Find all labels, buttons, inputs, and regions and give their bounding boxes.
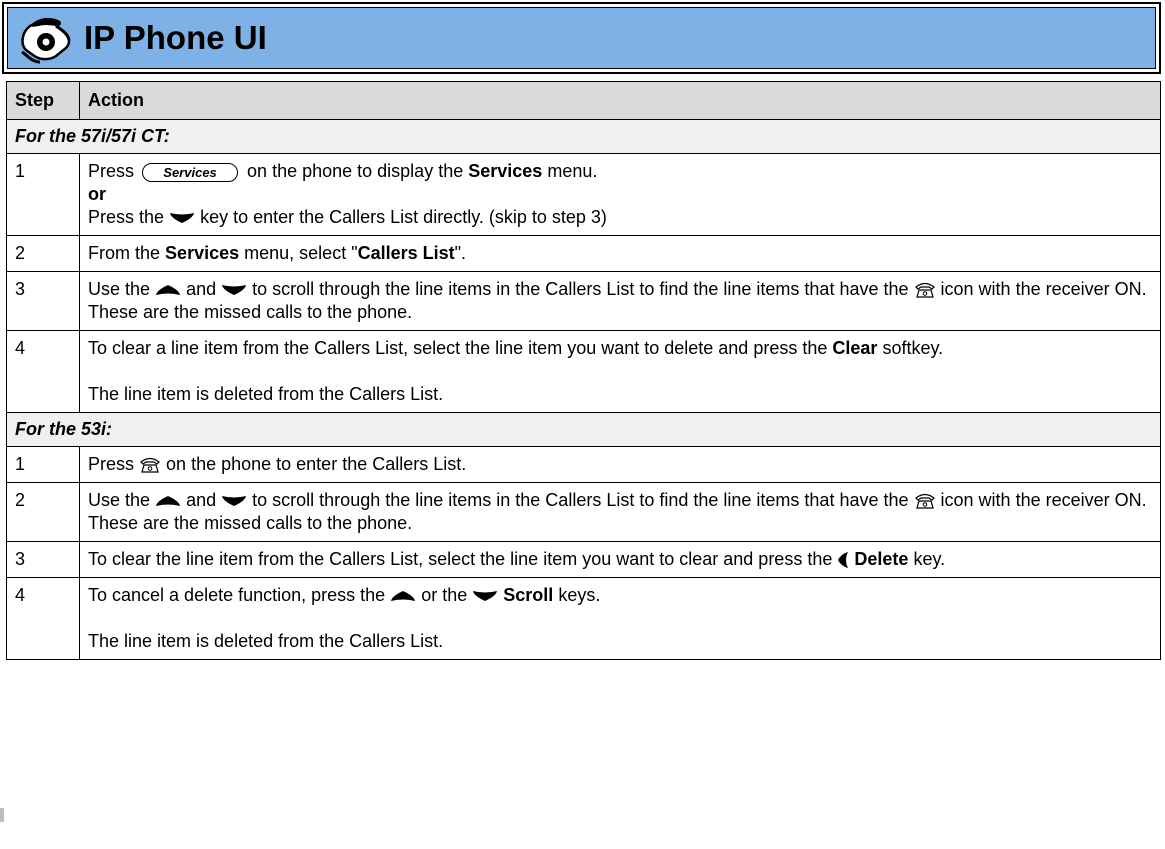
- page-title: IP Phone UI: [84, 19, 267, 56]
- action-note: The line item is deleted from the Caller…: [88, 384, 444, 404]
- table-row: 2 From the Services menu, select "Caller…: [6, 235, 1161, 272]
- action-text: Use the: [88, 490, 151, 510]
- action-text: To clear a line item from the Callers Li…: [88, 338, 828, 358]
- action-text: ".: [454, 243, 467, 263]
- action-text: and: [186, 279, 217, 299]
- step-action: To clear a line item from the Callers Li…: [79, 330, 1161, 413]
- step-action: From the Services menu, select "Callers …: [79, 235, 1161, 272]
- up-arrow-key-icon: [156, 285, 181, 296]
- action-text-bold: Services: [468, 161, 543, 181]
- up-arrow-key-icon: [156, 496, 181, 507]
- action-text: to scroll through the line items in the …: [252, 490, 909, 510]
- down-arrow-key-icon: [473, 591, 498, 602]
- action-text: menu, select ": [244, 243, 358, 263]
- action-text: on the phone to enter the Callers List.: [166, 454, 467, 474]
- banner-bar: IP Phone UI: [7, 7, 1156, 69]
- step-number: 4: [6, 577, 80, 660]
- action-text: key.: [913, 549, 946, 569]
- left-arrow-key-icon: [838, 552, 849, 569]
- down-arrow-key-icon: [222, 496, 247, 507]
- step-number: 3: [6, 541, 80, 578]
- action-text: or the: [421, 585, 468, 605]
- action-text: From the: [88, 243, 161, 263]
- down-arrow-key-icon: [222, 285, 247, 296]
- action-text-bold: Delete: [854, 549, 909, 569]
- callers-list-phone-icon: [140, 458, 160, 473]
- up-arrow-key-icon: [391, 591, 416, 602]
- section-title: For the 57i/57i CT:: [6, 119, 1161, 154]
- table-row: 4 To cancel a delete function, press the…: [6, 577, 1161, 660]
- action-text: to scroll through the line items in the …: [252, 279, 909, 299]
- action-text: Press: [88, 161, 135, 181]
- column-header-step: Step: [6, 81, 80, 120]
- step-action: To cancel a delete function, press the o…: [79, 577, 1161, 660]
- step-action: Use the and to scroll through the line i…: [79, 271, 1161, 331]
- page-banner: IP Phone UI: [2, 2, 1161, 74]
- action-text: To cancel a delete function, press the: [88, 585, 386, 605]
- table-header-row: Step Action: [6, 81, 1161, 120]
- table-row: 1 Press on the phone to enter the Caller…: [6, 446, 1161, 483]
- section-title: For the 53i:: [6, 412, 1161, 447]
- action-text: Press the: [88, 207, 165, 227]
- step-number: 1: [6, 446, 80, 483]
- section-header-57i: For the 57i/57i CT:: [6, 119, 1161, 154]
- action-text: on the phone to display the: [247, 161, 464, 181]
- action-text: Use the: [88, 279, 151, 299]
- action-text: keys.: [558, 585, 601, 605]
- step-number: 2: [6, 235, 80, 272]
- action-text: menu.: [547, 161, 598, 181]
- steps-table: Step Action For the 57i/57i CT: 1 Press …: [6, 81, 1161, 660]
- step-action: Press on the phone to enter the Callers …: [79, 446, 1161, 483]
- action-text-bold: Callers List: [357, 243, 455, 263]
- action-text: and: [186, 490, 217, 510]
- table-row: 2 Use the and to scroll through the line…: [6, 482, 1161, 542]
- callers-list-phone-icon: [914, 283, 935, 298]
- column-header-action: Action: [79, 81, 1161, 120]
- page-edge-mark: [0, 808, 4, 822]
- step-number: 1: [6, 153, 80, 236]
- step-number: 4: [6, 330, 80, 413]
- down-arrow-key-icon: [170, 213, 195, 224]
- callers-list-phone-icon: [914, 494, 935, 509]
- services-softkey-icon: Services: [142, 162, 239, 182]
- step-action: Press Services on the phone to display t…: [79, 153, 1161, 236]
- table-row: 4 To clear a line item from the Callers …: [6, 330, 1161, 413]
- phone-hand-icon: [21, 17, 71, 64]
- step-number: 3: [6, 271, 80, 331]
- action-text: softkey.: [882, 338, 944, 358]
- action-line: Press Services on the phone to display t…: [88, 160, 1152, 183]
- step-number: 2: [6, 482, 80, 542]
- step-action: To clear the line item from the Callers …: [79, 541, 1161, 578]
- step-action: Use the and to scroll through the line i…: [79, 482, 1161, 542]
- table-row: 1 Press Services on the phone to display…: [6, 153, 1161, 236]
- table-row: 3 To clear the line item from the Caller…: [6, 541, 1161, 578]
- action-text: key to enter the Callers List directly. …: [200, 207, 607, 227]
- action-text: Press: [88, 454, 135, 474]
- action-text-bold: Scroll: [503, 585, 554, 605]
- or-label: or: [88, 184, 106, 204]
- action-text-bold: Services: [165, 243, 240, 263]
- action-note: The line item is deleted from the Caller…: [88, 631, 444, 651]
- action-line: Press the key to enter the Callers List …: [88, 206, 1152, 229]
- section-header-53i: For the 53i:: [6, 412, 1161, 447]
- action-text: To clear the line item from the Callers …: [88, 549, 833, 569]
- table-row: 3 Use the and to scroll through the line…: [6, 271, 1161, 331]
- action-text-bold: Clear: [832, 338, 878, 358]
